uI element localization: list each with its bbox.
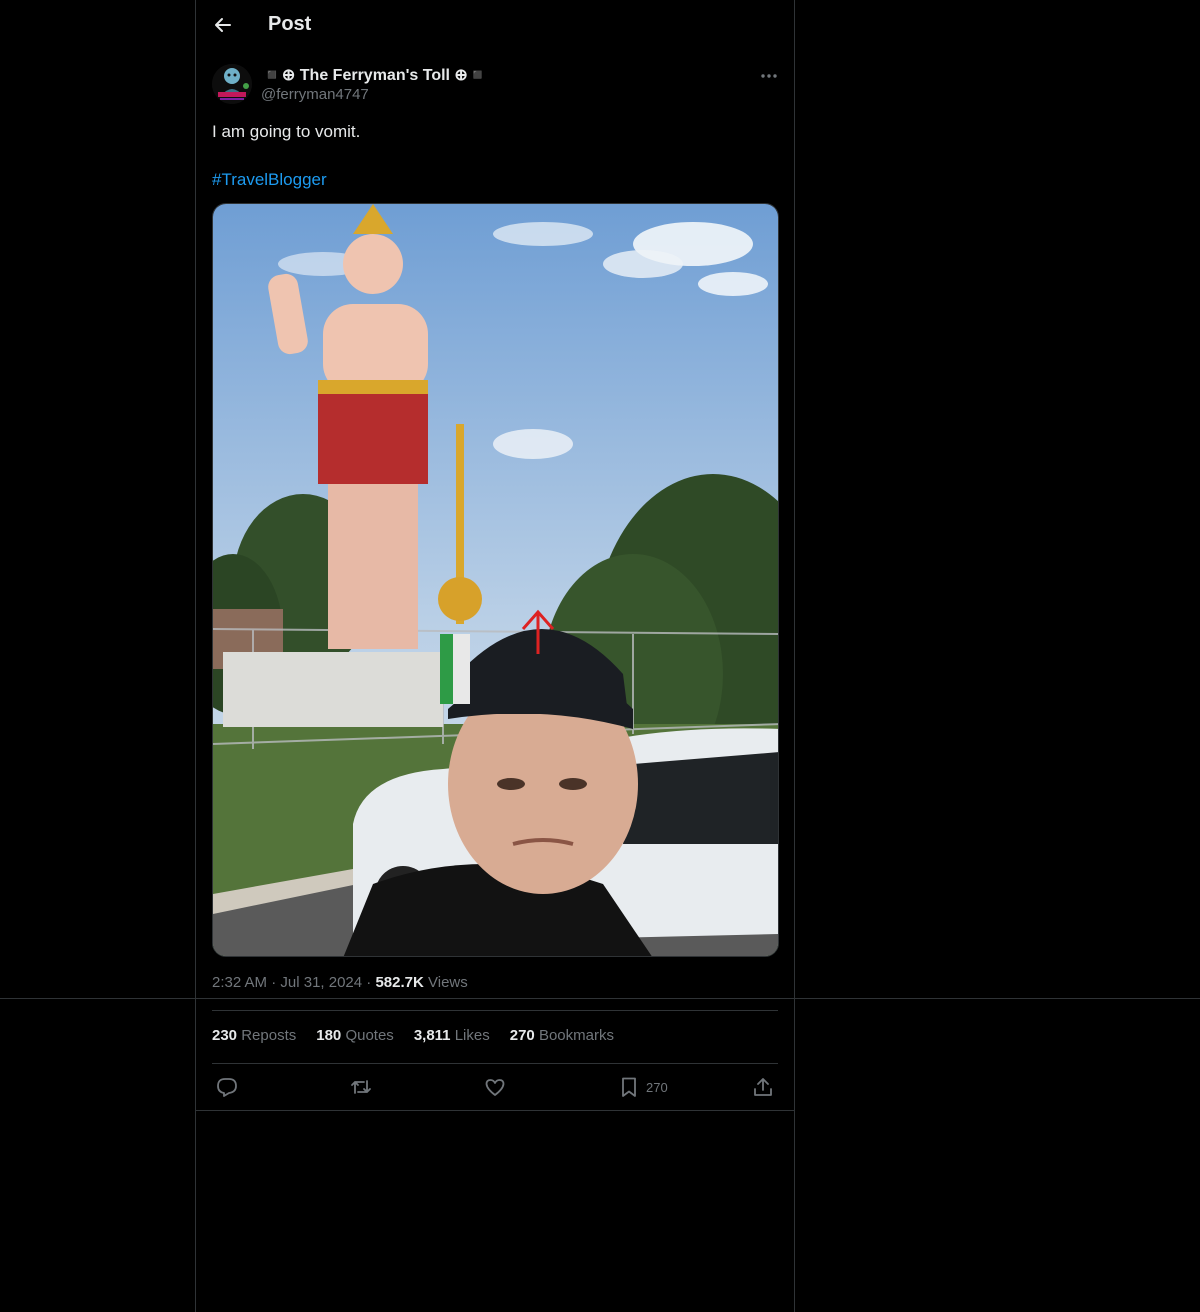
bookmarks-label: Bookmarks bbox=[538, 1027, 614, 1044]
likes-stat[interactable]: 3,811 Likes bbox=[414, 1027, 490, 1044]
more-button[interactable] bbox=[754, 64, 784, 88]
bookmarks-stat[interactable]: 270 Bookmarks bbox=[510, 1027, 614, 1044]
bookmark-icon bbox=[622, 1077, 636, 1097]
divider bbox=[196, 1110, 794, 1111]
views-label: Views bbox=[428, 974, 468, 991]
bookmark-count: 270 bbox=[646, 1079, 668, 1095]
hashtag-link[interactable]: #TravelBlogger bbox=[212, 168, 327, 192]
post-time[interactable]: 2:32 AM bbox=[212, 974, 267, 991]
post-date[interactable]: Jul 31, 2024 bbox=[280, 974, 362, 991]
display-name[interactable]: ◾⊕ The Ferryman's Toll ⊕◾ bbox=[262, 65, 488, 85]
photo-image bbox=[213, 204, 778, 956]
action-bar: 270 bbox=[196, 1064, 794, 1110]
share-icon bbox=[754, 1078, 772, 1096]
tweet-text: I am going to vomit. bbox=[212, 122, 361, 141]
reply-button[interactable] bbox=[216, 1074, 238, 1100]
like-icon bbox=[485, 1079, 505, 1096]
tweet-photo[interactable] bbox=[212, 203, 779, 957]
views-count: 582.7K bbox=[375, 974, 424, 991]
timestamp-row: 2:32 AM · Jul 31, 2024 · 582.7K Views bbox=[212, 974, 468, 991]
header: Post bbox=[196, 0, 794, 53]
quotes-label: Quotes bbox=[345, 1027, 394, 1044]
back-button[interactable] bbox=[206, 8, 240, 42]
reposts-stat[interactable]: 230 Reposts bbox=[212, 1027, 296, 1044]
likes-count: 3,811 bbox=[413, 1027, 451, 1044]
share-button[interactable] bbox=[752, 1074, 774, 1100]
quotes-count: 180 bbox=[316, 1027, 342, 1044]
bookmark-button[interactable]: 270 bbox=[618, 1074, 668, 1100]
reposts-count: 230 bbox=[212, 1027, 238, 1044]
separator-dot: · bbox=[271, 974, 281, 991]
avatar-image bbox=[212, 64, 252, 104]
author-row: ◾⊕ The Ferryman's Toll ⊕◾ @ferryman4747 bbox=[212, 64, 778, 108]
page-title: Post bbox=[268, 13, 312, 35]
more-icon bbox=[761, 74, 777, 78]
bookmarks-count: 270 bbox=[509, 1027, 535, 1044]
avatar[interactable] bbox=[212, 64, 252, 104]
user-handle[interactable]: @ferryman4747 bbox=[261, 86, 369, 103]
divider bbox=[212, 1010, 778, 1011]
repost-icon bbox=[351, 1080, 371, 1094]
like-button[interactable] bbox=[484, 1074, 506, 1100]
back-arrow-icon bbox=[215, 18, 231, 32]
likes-label: Likes bbox=[454, 1027, 490, 1044]
post-column: Post ◾⊕ The Ferryman's Toll ⊕◾ @ferryman… bbox=[195, 0, 795, 1312]
stats-row: 230 Reposts 180 Quotes 3,811 Likes 270 B… bbox=[212, 1027, 614, 1044]
repost-button[interactable] bbox=[350, 1074, 372, 1100]
reposts-label: Reposts bbox=[241, 1027, 297, 1044]
reply-icon bbox=[217, 1078, 237, 1097]
quotes-stat[interactable]: 180 Quotes bbox=[316, 1027, 394, 1044]
